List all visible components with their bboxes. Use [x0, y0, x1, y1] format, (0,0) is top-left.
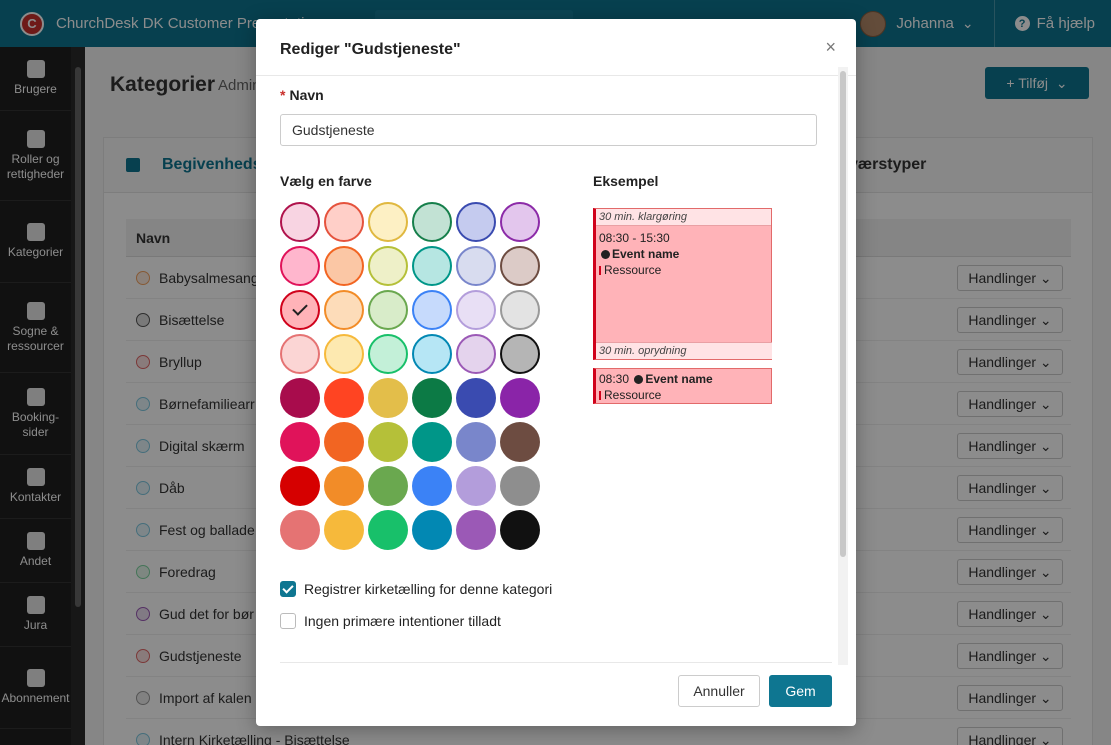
- color-picker: [280, 202, 544, 550]
- required-mark: *: [280, 87, 286, 103]
- event-short-name: Event name: [645, 372, 713, 386]
- modal-footer-divider: [280, 662, 832, 663]
- modal-header: Rediger "Gudstjeneste" ×: [256, 19, 856, 76]
- color-swatch[interactable]: [280, 202, 320, 242]
- color-swatch[interactable]: [500, 290, 540, 330]
- color-swatch[interactable]: [456, 422, 496, 462]
- color-swatch[interactable]: [368, 466, 408, 506]
- color-swatch[interactable]: [368, 246, 408, 286]
- color-swatch[interactable]: [280, 466, 320, 506]
- color-swatch[interactable]: [324, 202, 364, 242]
- color-swatch[interactable]: [412, 422, 452, 462]
- color-label: Vælg en farve: [280, 173, 372, 189]
- no-intentions-checkbox[interactable]: [280, 613, 296, 629]
- church-count-checkbox[interactable]: [280, 581, 296, 597]
- color-swatch[interactable]: [456, 290, 496, 330]
- name-label-text: Navn: [289, 87, 324, 103]
- color-swatch[interactable]: [280, 290, 320, 330]
- name-label: * Navn: [280, 87, 324, 103]
- save-button[interactable]: Gem: [769, 675, 832, 707]
- color-swatch[interactable]: [368, 378, 408, 418]
- color-swatch[interactable]: [500, 466, 540, 506]
- color-swatch[interactable]: [412, 202, 452, 242]
- event-name-text: Event name: [612, 247, 680, 261]
- color-swatch[interactable]: [412, 378, 452, 418]
- color-swatch[interactable]: [324, 510, 364, 550]
- color-swatch[interactable]: [412, 334, 452, 374]
- color-swatch[interactable]: [324, 246, 364, 286]
- color-swatch[interactable]: [324, 378, 364, 418]
- color-swatch[interactable]: [500, 510, 540, 550]
- event-resource: Ressource: [596, 262, 771, 278]
- color-swatch[interactable]: [500, 246, 540, 286]
- color-swatch[interactable]: [412, 510, 452, 550]
- cleanup-time: 30 min. oprydning: [596, 342, 772, 359]
- color-swatch[interactable]: [500, 334, 540, 374]
- close-icon[interactable]: ×: [825, 37, 836, 58]
- color-swatch[interactable]: [412, 290, 452, 330]
- color-swatch[interactable]: [368, 422, 408, 462]
- color-swatch[interactable]: [280, 422, 320, 462]
- church-count-option[interactable]: Registrer kirketælling for denne kategor…: [280, 581, 552, 597]
- globe-icon: [634, 375, 644, 384]
- name-input[interactable]: [280, 114, 817, 146]
- event-resource-text: Ressource: [604, 388, 662, 402]
- example-event-long: 30 min. klargøring 08:30 - 15:30 Event n…: [593, 208, 772, 360]
- modal-scrollbar[interactable]: [838, 67, 848, 665]
- color-swatch[interactable]: [500, 202, 540, 242]
- color-swatch[interactable]: [456, 466, 496, 506]
- color-swatch[interactable]: [280, 334, 320, 374]
- example-event-short: 08:30 Event name Ressource: [593, 368, 772, 404]
- cancel-button[interactable]: Annuller: [678, 675, 760, 707]
- color-swatch[interactable]: [324, 466, 364, 506]
- color-swatch[interactable]: [368, 202, 408, 242]
- color-swatch[interactable]: [412, 246, 452, 286]
- event-short-time: 08:30: [599, 372, 630, 386]
- color-swatch[interactable]: [280, 246, 320, 286]
- event-resource: Ressource: [599, 387, 771, 403]
- color-swatch[interactable]: [280, 378, 320, 418]
- prep-time: 30 min. klargøring: [596, 209, 771, 226]
- color-swatch[interactable]: [500, 422, 540, 462]
- color-swatch[interactable]: [456, 334, 496, 374]
- color-swatch[interactable]: [324, 290, 364, 330]
- church-count-label[interactable]: Registrer kirketælling for denne kategor…: [304, 581, 552, 597]
- edit-category-modal: Rediger "Gudstjeneste" × *Navn Vælg en f…: [256, 19, 856, 726]
- color-swatch[interactable]: [456, 378, 496, 418]
- scrollbar-thumb[interactable]: [840, 71, 846, 557]
- event-time-range: 08:30 - 15:30: [599, 231, 670, 245]
- color-swatch[interactable]: [368, 290, 408, 330]
- event-name: Event name: [596, 246, 771, 262]
- no-intentions-option[interactable]: Ingen primære intentioner tilladt: [280, 613, 501, 629]
- no-intentions-label[interactable]: Ingen primære intentioner tilladt: [304, 613, 501, 629]
- modal-title: Rediger "Gudstjeneste": [280, 41, 461, 58]
- color-swatch[interactable]: [500, 378, 540, 418]
- color-swatch[interactable]: [456, 202, 496, 242]
- color-swatch[interactable]: [368, 334, 408, 374]
- color-swatch[interactable]: [456, 246, 496, 286]
- event-resource-text: Ressource: [604, 263, 662, 277]
- color-swatch[interactable]: [412, 466, 452, 506]
- example-label: Eksempel: [593, 173, 659, 189]
- color-swatch[interactable]: [280, 510, 320, 550]
- color-swatch[interactable]: [368, 510, 408, 550]
- resource-marker: [599, 391, 601, 400]
- color-swatch[interactable]: [456, 510, 496, 550]
- globe-icon: [601, 250, 610, 259]
- event-short-line: 08:30 Event name: [599, 371, 771, 387]
- color-swatch[interactable]: [324, 422, 364, 462]
- color-swatch[interactable]: [324, 334, 364, 374]
- checkmark-icon: [292, 300, 308, 316]
- resource-marker: [599, 266, 601, 275]
